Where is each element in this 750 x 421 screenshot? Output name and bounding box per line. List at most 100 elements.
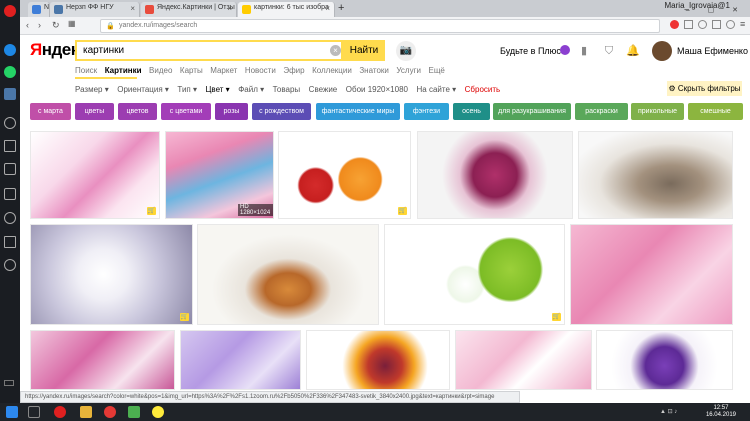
chrome-taskbar-icon[interactable] xyxy=(152,406,164,418)
more-icon[interactable] xyxy=(4,380,14,386)
image-result-pink-orchid[interactable] xyxy=(30,330,175,390)
image-result-sakura-branch[interactable] xyxy=(570,224,733,325)
shield-icon[interactable]: ⛉ xyxy=(602,44,616,58)
filter-reset[interactable]: Сбросить xyxy=(465,85,501,94)
image-result-tiger-snow[interactable] xyxy=(197,224,379,325)
download-icon[interactable] xyxy=(726,20,735,29)
camera-icon[interactable] xyxy=(712,20,721,29)
cart-icon[interactable]: 🛒 xyxy=(552,313,561,321)
chip-fantasticheskie-miry[interactable]: фантастические миры xyxy=(316,103,400,120)
chip-fentezi[interactable]: фэнтези xyxy=(404,103,449,120)
opera-logo-icon[interactable] xyxy=(4,5,16,17)
plus-link[interactable]: Будьте в Плюсе xyxy=(500,46,566,56)
vk-icon[interactable] xyxy=(4,88,16,100)
close-tab-icon[interactable]: × xyxy=(227,4,232,13)
chip-s-cvetami[interactable]: с цветами xyxy=(161,103,211,120)
speed-dial-icon[interactable]: ▦ xyxy=(68,19,76,28)
chip-s-rozhdestvom[interactable]: с рождеством xyxy=(252,103,311,120)
tray-icons[interactable]: ▲ ⊡ ♪ xyxy=(660,408,700,416)
service-collections[interactable]: Коллекции xyxy=(312,66,352,75)
windows-start-icon[interactable] xyxy=(6,406,18,418)
service-maps[interactable]: Карты xyxy=(180,66,203,75)
heart-icon[interactable] xyxy=(4,212,16,224)
chip-dlya-razukrashivaniya[interactable]: для разукрашивания xyxy=(493,103,571,120)
tab-4-active[interactable]: картинки: 6 тыс изобра × xyxy=(238,2,335,17)
tab-1[interactable]: N xyxy=(28,2,50,17)
image-result-fruit-bowl[interactable] xyxy=(306,330,450,390)
filter-goods[interactable]: Товары xyxy=(273,85,301,94)
service-images[interactable]: Картинки xyxy=(105,66,142,75)
collections-icon[interactable]: ▮ xyxy=(577,44,591,58)
service-more[interactable]: Ещё xyxy=(429,66,445,75)
chip-s-marta[interactable]: с марта xyxy=(30,103,71,120)
image-result-white-orchids[interactable]: 🛒 xyxy=(30,224,193,325)
yandex-browser-taskbar-icon[interactable] xyxy=(104,406,116,418)
menu-icon[interactable]: ≡ xyxy=(740,19,745,29)
filter-site[interactable]: На сайте ▾ xyxy=(417,85,457,94)
chip-cvety[interactable]: цветы xyxy=(75,103,114,120)
search-button[interactable]: Найти xyxy=(343,40,385,61)
filter-wallpaper[interactable]: Обои 1920×1080 xyxy=(346,85,408,94)
filter-fresh[interactable]: Свежие xyxy=(309,85,338,94)
filter-type[interactable]: Тип ▾ xyxy=(177,85,197,94)
snapshot-icon[interactable] xyxy=(4,163,16,175)
service-efir[interactable]: Эфир xyxy=(283,66,304,75)
image-result-pink-tree[interactable]: HD 1280×1024 xyxy=(165,131,274,219)
heart-bookmark-icon[interactable] xyxy=(698,20,707,29)
chip-raskraski[interactable]: раскраски xyxy=(575,103,628,120)
service-video[interactable]: Видео xyxy=(149,66,172,75)
image-result-green-apple[interactable]: 🛒 xyxy=(384,224,565,325)
send-icon[interactable] xyxy=(4,140,16,152)
system-clock[interactable]: 12:57 16.04.2019 xyxy=(706,405,736,419)
grid-icon[interactable] xyxy=(4,188,16,200)
avatar[interactable] xyxy=(652,41,672,61)
url-field[interactable]: 🔒 yandex.ru/images/search xyxy=(100,19,660,33)
tab-2[interactable]: Нерзп ФФ НГУ × xyxy=(50,2,140,17)
image-result-berry-dessert[interactable] xyxy=(417,131,573,219)
service-market[interactable]: Маркет xyxy=(210,66,237,75)
chip-rozy[interactable]: розы xyxy=(215,103,248,120)
image-search-camera-icon[interactable]: 📷 xyxy=(396,41,416,61)
opera-taskbar-icon[interactable] xyxy=(54,406,66,418)
cart-icon[interactable]: 🛒 xyxy=(398,207,407,215)
image-result-purple-berry[interactable] xyxy=(596,330,733,390)
account-name[interactable]: Маша Ефименко xyxy=(677,46,748,56)
explorer-taskbar-icon[interactable] xyxy=(80,406,92,418)
clear-search-icon[interactable]: × xyxy=(330,45,341,56)
window-controls[interactable]: – ▢ ✕ xyxy=(686,6,746,14)
whatsapp-icon[interactable] xyxy=(4,66,16,78)
history-icon[interactable] xyxy=(4,259,16,271)
search-input[interactable]: картинки xyxy=(75,40,343,61)
back-icon[interactable]: ‹ xyxy=(26,20,29,30)
close-tab-icon[interactable]: × xyxy=(130,4,135,13)
image-result-cherry-blossom[interactable]: 🛒 xyxy=(30,131,160,219)
tab-3[interactable]: Яндекс.Картинки | Отзы × xyxy=(141,2,237,17)
bell-icon[interactable]: 🔔 xyxy=(626,44,640,58)
filter-color[interactable]: Цвет ▾ xyxy=(206,85,230,94)
wallet-icon[interactable] xyxy=(684,20,693,29)
image-result-apricots[interactable]: 🛒 xyxy=(278,131,411,219)
filter-size[interactable]: Размер ▾ xyxy=(75,85,109,94)
close-tab-icon[interactable]: × xyxy=(325,4,330,13)
image-result-cherry-branch[interactable] xyxy=(455,330,592,390)
image-result-kitten[interactable] xyxy=(578,131,733,219)
search-sidebar-icon[interactable] xyxy=(4,117,16,129)
new-tab-button[interactable]: + xyxy=(338,2,344,14)
forward-icon[interactable]: › xyxy=(38,20,41,30)
task-view-icon[interactable] xyxy=(28,406,40,418)
reload-icon[interactable]: ↻ xyxy=(52,20,60,31)
filter-orientation[interactable]: Ориентация ▾ xyxy=(117,85,169,94)
cart-icon[interactable]: 🛒 xyxy=(180,313,189,321)
service-search[interactable]: Поиск xyxy=(75,66,97,75)
news-icon[interactable] xyxy=(4,236,16,248)
app-taskbar-icon[interactable] xyxy=(128,406,140,418)
chip-cvetov[interactable]: цветов xyxy=(118,103,157,120)
chip-prikolnye[interactable]: прикольные xyxy=(631,103,684,120)
chip-smeshnye[interactable]: смешные xyxy=(688,103,743,120)
cart-icon[interactable]: 🛒 xyxy=(147,207,156,215)
service-news[interactable]: Новости xyxy=(245,66,276,75)
filter-file[interactable]: Файл ▾ xyxy=(238,85,264,94)
service-znatoki[interactable]: Знатоки xyxy=(359,66,389,75)
image-result-lilac-flowers[interactable] xyxy=(180,330,301,390)
hide-filters-button[interactable]: ⚙ Скрыть фильтры xyxy=(667,81,742,96)
